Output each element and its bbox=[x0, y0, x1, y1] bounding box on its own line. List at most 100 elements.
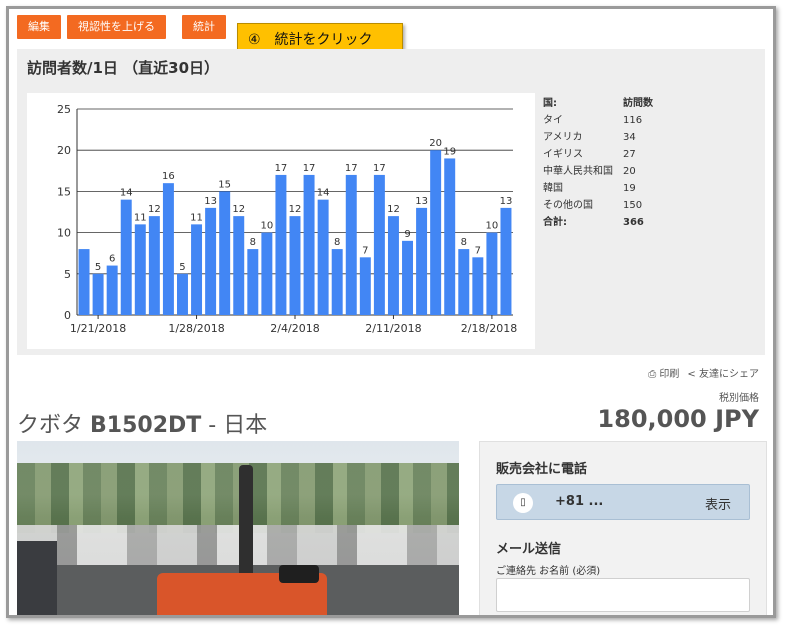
chart-bar bbox=[78, 249, 90, 315]
statistics-title: 訪問者数/1日 （直近30日） bbox=[27, 59, 220, 77]
photo-seat bbox=[279, 565, 319, 583]
country-cell: 韓国 bbox=[543, 183, 563, 194]
chart-bar bbox=[416, 207, 428, 315]
chart-bar bbox=[303, 174, 315, 315]
bar-value-label: 14 bbox=[317, 188, 330, 199]
y-tick-label: 20 bbox=[57, 144, 71, 157]
country-header: 国: bbox=[543, 98, 557, 109]
top-toolbar: 編集 視認性を上げる 統計 bbox=[17, 15, 226, 41]
bar-value-label: 11 bbox=[190, 212, 203, 223]
share-icon: < bbox=[687, 369, 696, 380]
chart-bar bbox=[387, 216, 399, 315]
visits-header: 訪問数 bbox=[623, 98, 653, 109]
chart-bar bbox=[191, 224, 203, 315]
chart-bar bbox=[92, 273, 104, 315]
chart-bar bbox=[148, 216, 160, 315]
visits-cell: 34 bbox=[623, 132, 636, 143]
product-price: 180,000 JPY bbox=[597, 405, 759, 433]
title-model: B1502DT bbox=[90, 413, 202, 438]
visits-cell: 150 bbox=[623, 200, 643, 211]
chart-bar bbox=[275, 174, 287, 315]
x-tick-label: 1/21/2018 bbox=[70, 322, 126, 335]
bar-value-label: 5 bbox=[95, 262, 101, 273]
x-tick-label: 1/28/2018 bbox=[168, 322, 224, 335]
chart-bar bbox=[134, 224, 146, 315]
chart-bar bbox=[331, 249, 343, 315]
table-row: タイ 116 bbox=[543, 112, 673, 129]
print-link[interactable]: ⎙ 印刷 bbox=[648, 365, 679, 380]
statistics-button[interactable]: 統計 bbox=[182, 15, 226, 39]
table-row: アメリカ 34 bbox=[543, 129, 673, 146]
visits-cell: 19 bbox=[623, 183, 636, 194]
bar-value-label: 12 bbox=[148, 204, 161, 215]
total-label: 合計: bbox=[543, 217, 567, 228]
chart-bar bbox=[120, 199, 132, 315]
chart-bar bbox=[247, 249, 259, 315]
bar-value-label: 17 bbox=[275, 163, 288, 174]
bar-value-label: 9 bbox=[404, 229, 410, 240]
phone-icon: ▯ bbox=[513, 493, 533, 513]
phone-number: +81 ... bbox=[555, 494, 604, 509]
x-tick-label: 2/11/2018 bbox=[365, 322, 421, 335]
product-photo[interactable] bbox=[17, 441, 459, 615]
table-total-row: 合計: 366 bbox=[543, 214, 673, 231]
country-visits-table: 国: 訪問数 タイ 116 アメリカ 34 イギリス 27 中華人民共和国 20… bbox=[543, 95, 673, 231]
bar-value-label: 17 bbox=[345, 163, 358, 174]
chart-bar bbox=[444, 158, 456, 315]
title-prefix: クボタ bbox=[17, 413, 90, 438]
boost-visibility-button[interactable]: 視認性を上げる bbox=[67, 15, 166, 39]
product-title: クボタ B1502DT - 日本 bbox=[17, 407, 267, 439]
chart-bar bbox=[500, 207, 512, 315]
chart-bar bbox=[289, 216, 301, 315]
show-label: 表示 bbox=[704, 498, 731, 513]
name-field-label: ご連絡先 お名前 (必須) bbox=[496, 566, 601, 577]
name-input[interactable] bbox=[496, 578, 750, 612]
print-label: 印刷 bbox=[659, 369, 680, 380]
chart-bar bbox=[458, 249, 470, 315]
table-row: 韓国 19 bbox=[543, 180, 673, 197]
visits-cell: 116 bbox=[623, 115, 643, 126]
chart-bar bbox=[176, 273, 188, 315]
bar-value-label: 10 bbox=[486, 221, 499, 232]
total-value: 366 bbox=[623, 217, 644, 228]
statistics-panel: 訪問者数/1日 （直近30日） 0 5 10 15 20 25 5 6 14 11 12 16 5 11 1… bbox=[17, 49, 765, 355]
y-tick-label: 10 bbox=[57, 227, 71, 240]
tax-label: 税別価格 bbox=[719, 393, 759, 404]
country-cell: アメリカ bbox=[543, 132, 583, 143]
edit-button[interactable]: 編集 bbox=[17, 15, 61, 39]
chart-bar bbox=[233, 216, 245, 315]
bar-value-label: 7 bbox=[475, 245, 481, 256]
x-tick-label: 2/18/2018 bbox=[461, 322, 517, 335]
bar-value-label: 8 bbox=[250, 237, 256, 248]
call-seller-heading: 販売会社に電話 bbox=[496, 462, 588, 477]
chart-bar bbox=[317, 199, 329, 315]
bar-value-label: 19 bbox=[443, 146, 456, 157]
chart-bar bbox=[261, 232, 273, 315]
share-row: ⎙ 印刷 < 友達にシェア bbox=[648, 365, 759, 380]
share-link[interactable]: < 友達にシェア bbox=[687, 365, 759, 380]
table-row: 中華人民共和国 20 bbox=[543, 163, 673, 180]
bar-value-label: 17 bbox=[303, 163, 316, 174]
show-phone-button[interactable]: ▯ +81 ... 表示 bbox=[496, 484, 750, 520]
bar-value-label: 15 bbox=[218, 179, 231, 190]
bar-value-label: 8 bbox=[461, 237, 467, 248]
y-tick-label: 5 bbox=[64, 268, 71, 281]
country-cell: タイ bbox=[543, 115, 563, 126]
bar-value-label: 14 bbox=[120, 188, 133, 199]
chart-bar bbox=[373, 174, 385, 315]
chart-bar bbox=[162, 183, 174, 315]
table-row: その他の国 150 bbox=[543, 197, 673, 214]
visitors-chart: 0 5 10 15 20 25 5 6 14 11 12 16 5 11 13 15 12 8 10 17 12 17 14… bbox=[27, 93, 535, 349]
bar-value-label: 13 bbox=[204, 196, 217, 207]
y-tick-label: 15 bbox=[57, 185, 71, 198]
country-cell: 中華人民共和国 bbox=[543, 166, 613, 177]
chart-bar bbox=[472, 257, 484, 315]
bar-value-label: 11 bbox=[134, 212, 147, 223]
bar-value-label: 5 bbox=[179, 262, 185, 273]
bar-value-label: 7 bbox=[362, 245, 368, 256]
photo-left-car bbox=[17, 541, 57, 615]
bar-value-label: 16 bbox=[162, 171, 175, 182]
seller-contact-panel: 販売会社に電話 ▯ +81 ... 表示 メール送信 ご連絡先 お名前 (必須) bbox=[479, 441, 767, 615]
photo-trees bbox=[17, 463, 459, 533]
bar-value-label: 20 bbox=[429, 138, 442, 149]
